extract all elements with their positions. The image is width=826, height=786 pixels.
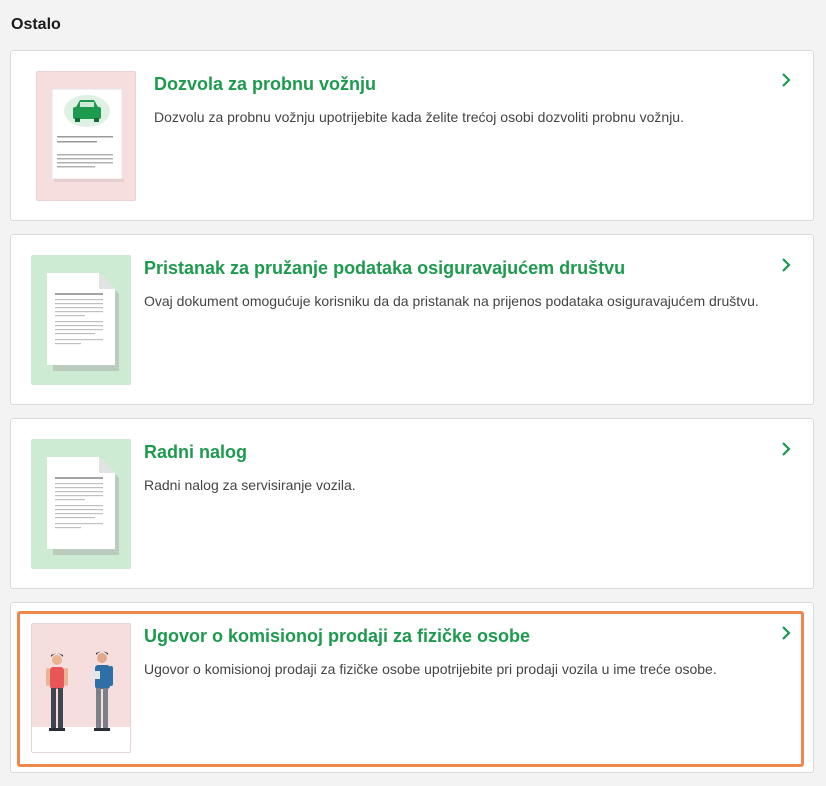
card-title[interactable]: Dozvola za probnu vožnju	[154, 74, 376, 95]
card-title[interactable]: Pristanak za pružanje podataka osigurava…	[144, 258, 625, 279]
card-description: Ovaj dokument omogućuje korisniku da da …	[144, 293, 759, 309]
card-title[interactable]: Radni nalog	[144, 442, 247, 463]
document-thumbnail	[31, 255, 131, 385]
card-insurance-data-consent[interactable]: Pristanak za pružanje podataka osigurava…	[10, 234, 814, 405]
card-title[interactable]: Ugovor o komisionoj prodaji za fizičke o…	[144, 626, 530, 647]
card-commission-sale-contract[interactable]: Ugovor o komisionoj prodaji za fizičke o…	[10, 602, 814, 773]
card-description: Radni nalog za servisiranje vozila.	[144, 477, 356, 493]
people-icon	[32, 651, 130, 752]
chevron-right-icon[interactable]	[779, 258, 793, 272]
car-document-icon	[51, 88, 124, 182]
card-description: Ugovor o komisionoj prodaji za fizičke o…	[144, 661, 717, 677]
chevron-right-icon[interactable]	[779, 73, 793, 87]
people-thumbnail	[31, 623, 131, 753]
chevron-right-icon[interactable]	[779, 626, 793, 640]
document-icon	[47, 273, 119, 371]
section-title: Ostalo	[11, 16, 61, 33]
car-document-thumbnail	[36, 71, 136, 201]
card-test-drive-permit[interactable]: Dozvola za probnu vožnju Dozvolu za prob…	[10, 50, 814, 221]
chevron-right-icon[interactable]	[779, 442, 793, 456]
document-thumbnail	[31, 439, 131, 569]
document-icon	[47, 457, 119, 555]
card-description: Dozvolu za probnu vožnju upotrijebite ka…	[154, 109, 684, 125]
card-work-order[interactable]: Radni nalog Radni nalog za servisiranje …	[10, 418, 814, 589]
